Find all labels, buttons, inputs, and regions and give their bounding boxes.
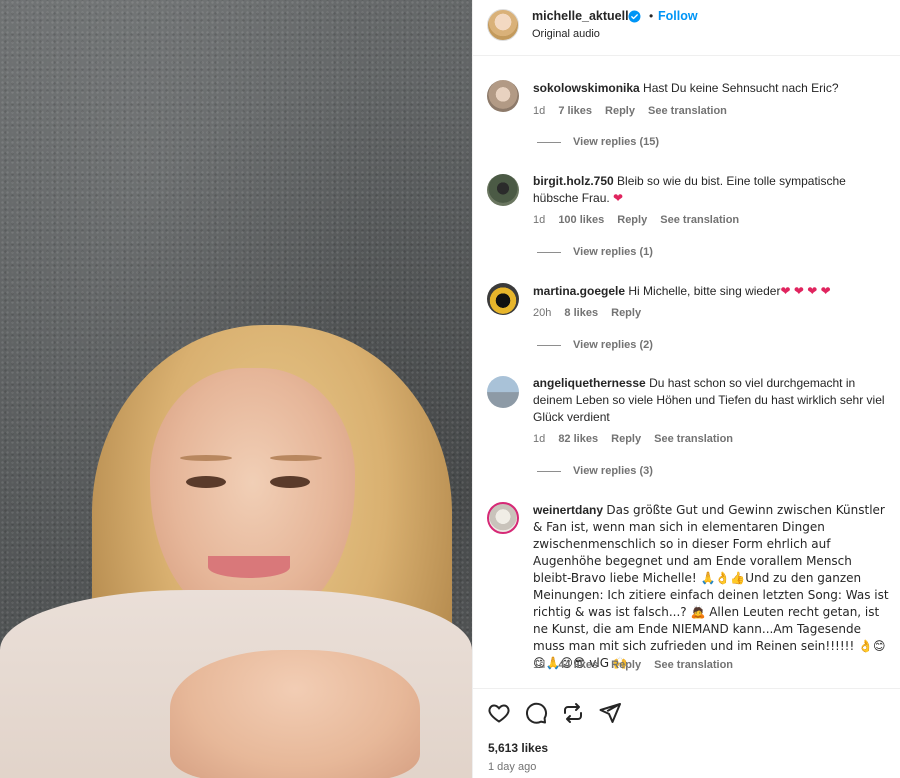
- eyebrow-right: [270, 455, 322, 461]
- eye-right: [270, 476, 310, 488]
- commenter-username[interactable]: sokolowskimonika: [533, 81, 640, 95]
- reply-button[interactable]: Reply: [611, 433, 641, 445]
- comment-text: Hi Michelle, bitte sing wieder❤ ❤ ❤ ❤: [628, 284, 831, 298]
- replies-line: [537, 344, 561, 346]
- view-replies-label: View replies (3): [573, 465, 653, 477]
- comment-text-block: angeliquethernesse Du hast schon so viel…: [533, 375, 891, 426]
- commenter-username[interactable]: martina.goegele: [533, 284, 625, 298]
- commenter-username[interactable]: weinertdany: [533, 503, 603, 517]
- view-replies-button[interactable]: View replies (15): [537, 136, 659, 148]
- commenter-username[interactable]: birgit.holz.750: [533, 174, 614, 188]
- see-translation-button[interactable]: See translation: [654, 659, 733, 671]
- replies-line: [537, 141, 561, 143]
- verified-icon: [628, 10, 641, 23]
- comment-meta: 20h 8 likes Reply: [533, 307, 651, 319]
- comment-likes[interactable]: 44 likes: [558, 659, 598, 671]
- commenter-avatar[interactable]: [487, 283, 519, 315]
- separator-dot: •: [649, 9, 654, 23]
- reply-button[interactable]: Reply: [611, 307, 641, 319]
- comment-meta: 1d 44 likes Reply See translation: [533, 659, 743, 671]
- comment-text-block: birgit.holz.750 Bleib so wie du bist. Ei…: [533, 173, 891, 207]
- comment-meta: 1d 7 likes Reply See translation: [533, 105, 737, 117]
- view-replies-button[interactable]: View replies (1): [537, 246, 653, 258]
- see-translation-button[interactable]: See translation: [654, 433, 733, 445]
- view-replies-label: View replies (2): [573, 339, 653, 351]
- replies-line: [537, 470, 561, 472]
- comment-likes[interactable]: 100 likes: [558, 214, 604, 226]
- hands-shape: [170, 650, 420, 778]
- comment-text-block: martina.goegele Hi Michelle, bitte sing …: [533, 283, 891, 300]
- comment-time: 1d: [533, 433, 546, 445]
- comment-meta: 1d 100 likes Reply See translation: [533, 214, 749, 226]
- post-viewer: michelle_aktuell • Follow Original audio…: [0, 0, 900, 778]
- comment-time: 20h: [533, 307, 552, 319]
- audio-label[interactable]: Original audio: [532, 28, 600, 40]
- comment-text-block: sokolowskimonika Hast Du keine Sehnsucht…: [533, 80, 891, 97]
- post-time: 1 day ago: [488, 761, 537, 773]
- eyebrow-left: [180, 455, 232, 461]
- comment-text-block: weinertdany Das größte Gut und Gewinn zw…: [533, 502, 891, 672]
- comment-text: Das größte Gut und Gewinn zwischen Künst…: [533, 503, 889, 670]
- face-shape: [150, 368, 355, 623]
- reply-button[interactable]: Reply: [611, 659, 641, 671]
- commenter-avatar[interactable]: [487, 174, 519, 206]
- post-actions: 5,613 likes 1 day ago: [473, 688, 900, 778]
- view-replies-button[interactable]: View replies (2): [537, 339, 653, 351]
- share-icon[interactable]: [598, 701, 622, 725]
- comment-time: 1d: [533, 659, 546, 671]
- comment-time: 1d: [533, 105, 546, 117]
- comment-time: 1d: [533, 214, 546, 226]
- commenter-avatar[interactable]: [487, 502, 519, 534]
- post-header: michelle_aktuell • Follow Original audio: [473, 0, 900, 56]
- reply-button[interactable]: Reply: [605, 105, 635, 117]
- comment-meta: 1d 82 likes Reply See translation: [533, 433, 743, 445]
- mouth-shape: [208, 556, 290, 578]
- see-translation-button[interactable]: See translation: [660, 214, 739, 226]
- view-replies-button[interactable]: View replies (3): [537, 465, 653, 477]
- comment-text: Hast Du keine Sehnsucht nach Eric?: [643, 81, 839, 95]
- comment-likes[interactable]: 82 likes: [558, 433, 598, 445]
- eye-left: [186, 476, 226, 488]
- replies-line: [537, 251, 561, 253]
- view-replies-label: View replies (1): [573, 246, 653, 258]
- author-avatar[interactable]: [487, 9, 519, 41]
- view-replies-label: View replies (15): [573, 136, 660, 148]
- post-video[interactable]: [0, 0, 472, 778]
- commenter-avatar[interactable]: [487, 80, 519, 112]
- commenter-username[interactable]: angeliquethernesse: [533, 376, 646, 390]
- follow-button[interactable]: Follow: [658, 9, 698, 23]
- comment-icon[interactable]: [524, 701, 548, 725]
- repost-icon[interactable]: [561, 701, 585, 725]
- see-translation-button[interactable]: See translation: [648, 105, 727, 117]
- commenter-avatar[interactable]: [487, 376, 519, 408]
- comments-panel: michelle_aktuell • Follow Original audio…: [472, 0, 900, 778]
- reply-button[interactable]: Reply: [617, 214, 647, 226]
- comment-likes[interactable]: 7 likes: [558, 105, 592, 117]
- like-icon[interactable]: [487, 701, 511, 725]
- author-username[interactable]: michelle_aktuell: [532, 9, 629, 23]
- comment-likes[interactable]: 8 likes: [564, 307, 598, 319]
- likes-count[interactable]: 5,613 likes: [488, 741, 548, 755]
